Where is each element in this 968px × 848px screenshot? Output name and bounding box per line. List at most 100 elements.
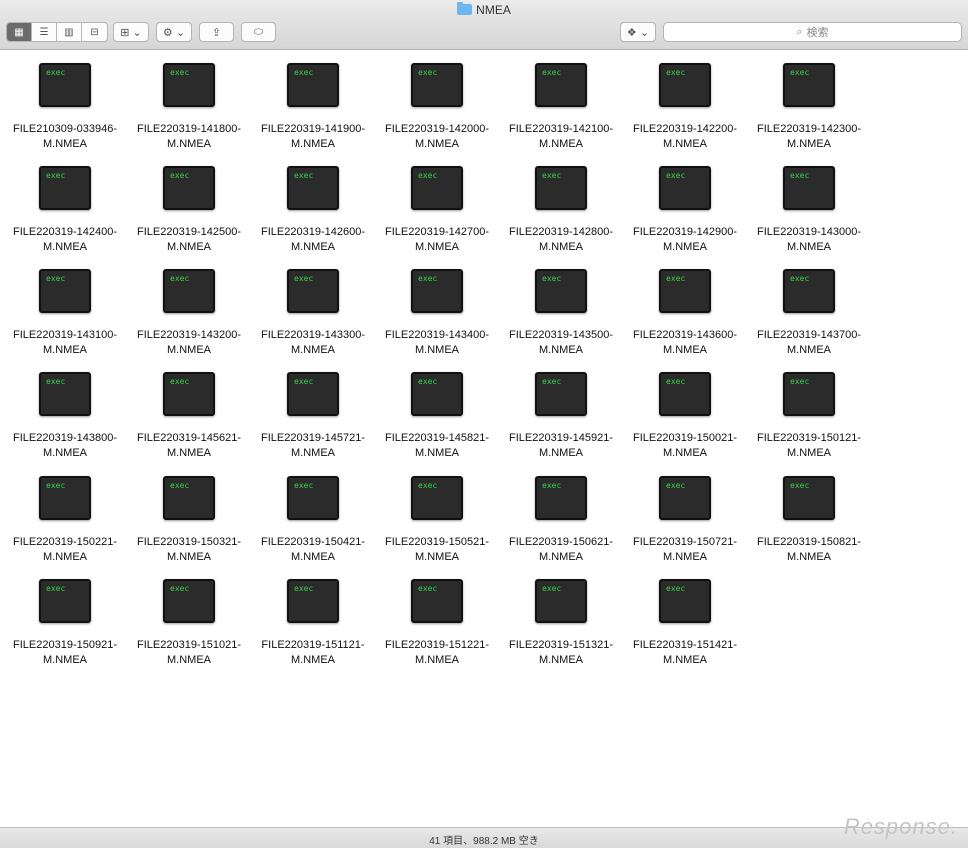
terminal-exec-icon[interactable]: exec <box>535 63 587 107</box>
terminal-exec-icon[interactable]: exec <box>659 63 711 107</box>
file-item[interactable]: exec FILE220319-145821- M.NMEA <box>375 372 499 461</box>
file-item[interactable]: exec FILE220319-150621- M.NMEA <box>499 476 623 565</box>
file-item[interactable]: exec FILE220319-150521- M.NMEA <box>375 476 499 565</box>
file-item[interactable]: exec FILE220319-150021- M.NMEA <box>623 372 747 461</box>
file-name[interactable]: FILE220319-150821- M.NMEA <box>747 535 871 565</box>
file-item[interactable]: exec FILE220319-142300- M.NMEA <box>747 63 871 152</box>
file-item[interactable]: exec FILE220319-150321- M.NMEA <box>127 476 251 565</box>
terminal-exec-icon[interactable]: exec <box>287 476 339 520</box>
terminal-exec-icon[interactable]: exec <box>535 372 587 416</box>
terminal-exec-icon[interactable]: exec <box>287 166 339 210</box>
list-view-icon[interactable]: ☰ <box>32 23 57 41</box>
file-item[interactable]: exec FILE220319-145621- M.NMEA <box>127 372 251 461</box>
file-name[interactable]: FILE220319-142300- M.NMEA <box>747 122 871 152</box>
file-name[interactable]: FILE220319-145721- M.NMEA <box>251 431 375 461</box>
file-name[interactable]: FILE220319-150621- M.NMEA <box>499 535 623 565</box>
file-name[interactable]: FILE220319-142400- M.NMEA <box>3 225 127 255</box>
file-item[interactable]: exec FILE220319-143500- M.NMEA <box>499 269 623 358</box>
file-name[interactable]: FILE220319-150021- M.NMEA <box>623 431 747 461</box>
file-item[interactable]: exec FILE220319-151121- M.NMEA <box>251 579 375 668</box>
file-name[interactable]: FILE220319-143200- M.NMEA <box>127 328 251 358</box>
terminal-exec-icon[interactable]: exec <box>411 476 463 520</box>
column-view-icon[interactable]: ▥ <box>57 23 82 41</box>
file-name[interactable]: FILE220319-143500- M.NMEA <box>499 328 623 358</box>
file-name[interactable]: FILE220319-143800- M.NMEA <box>3 431 127 461</box>
terminal-exec-icon[interactable]: exec <box>39 269 91 313</box>
file-name[interactable]: FILE220319-151021- M.NMEA <box>127 638 251 668</box>
terminal-exec-icon[interactable]: exec <box>163 63 215 107</box>
terminal-exec-icon[interactable]: exec <box>287 269 339 313</box>
file-name[interactable]: FILE220319-141800- M.NMEA <box>127 122 251 152</box>
file-item[interactable]: exec FILE220319-151321- M.NMEA <box>499 579 623 668</box>
file-name[interactable]: FILE220319-150921- M.NMEA <box>3 638 127 668</box>
terminal-exec-icon[interactable]: exec <box>39 579 91 623</box>
terminal-exec-icon[interactable]: exec <box>659 476 711 520</box>
terminal-exec-icon[interactable]: exec <box>39 63 91 107</box>
share-button[interactable]: ⇪ <box>199 22 234 42</box>
terminal-exec-icon[interactable]: exec <box>783 269 835 313</box>
file-name[interactable]: FILE220319-145621- M.NMEA <box>127 431 251 461</box>
file-item[interactable]: exec FILE220319-142000- M.NMEA <box>375 63 499 152</box>
file-name[interactable]: FILE220319-143700- M.NMEA <box>747 328 871 358</box>
terminal-exec-icon[interactable]: exec <box>411 372 463 416</box>
file-name[interactable]: FILE220319-150521- M.NMEA <box>375 535 499 565</box>
file-name[interactable]: FILE220319-145921- M.NMEA <box>499 431 623 461</box>
file-item[interactable]: exec FILE220319-143100- M.NMEA <box>3 269 127 358</box>
terminal-exec-icon[interactable]: exec <box>163 372 215 416</box>
file-name[interactable]: FILE220319-151221- M.NMEA <box>375 638 499 668</box>
terminal-exec-icon[interactable]: exec <box>659 372 711 416</box>
file-name[interactable]: FILE220319-142600- M.NMEA <box>251 225 375 255</box>
file-name[interactable]: FILE220319-150421- M.NMEA <box>251 535 375 565</box>
file-name[interactable]: FILE220319-150121- M.NMEA <box>747 431 871 461</box>
file-item[interactable]: exec FILE220319-150721- M.NMEA <box>623 476 747 565</box>
file-name[interactable]: FILE220319-142100- M.NMEA <box>499 122 623 152</box>
terminal-exec-icon[interactable]: exec <box>39 372 91 416</box>
file-name[interactable]: FILE220319-150321- M.NMEA <box>127 535 251 565</box>
file-name[interactable]: FILE220319-145821- M.NMEA <box>375 431 499 461</box>
view-mode-control[interactable]: ▦ ☰ ▥ ⊟ <box>6 22 108 42</box>
terminal-exec-icon[interactable]: exec <box>411 166 463 210</box>
file-name[interactable]: FILE220319-141900- M.NMEA <box>251 122 375 152</box>
file-name[interactable]: FILE210309-033946- M.NMEA <box>3 122 127 152</box>
terminal-exec-icon[interactable]: exec <box>39 166 91 210</box>
file-item[interactable]: exec FILE220319-143600- M.NMEA <box>623 269 747 358</box>
dropbox-button[interactable]: ❖ ⌄ <box>620 22 656 42</box>
file-item[interactable]: exec FILE220319-150821- M.NMEA <box>747 476 871 565</box>
terminal-exec-icon[interactable]: exec <box>163 166 215 210</box>
terminal-exec-icon[interactable]: exec <box>783 63 835 107</box>
file-item[interactable]: exec FILE220319-142400- M.NMEA <box>3 166 127 255</box>
terminal-exec-icon[interactable]: exec <box>659 166 711 210</box>
file-name[interactable]: FILE220319-142900- M.NMEA <box>623 225 747 255</box>
tag-button[interactable]: ⬭ <box>241 22 276 42</box>
file-name[interactable]: FILE220319-143000- M.NMEA <box>747 225 871 255</box>
file-name[interactable]: FILE220319-142200- M.NMEA <box>623 122 747 152</box>
file-item[interactable]: exec FILE220319-150221- M.NMEA <box>3 476 127 565</box>
file-item[interactable]: exec FILE220319-151421- M.NMEA <box>623 579 747 668</box>
file-item[interactable]: exec FILE220319-150421- M.NMEA <box>251 476 375 565</box>
terminal-exec-icon[interactable]: exec <box>411 63 463 107</box>
file-item[interactable]: exec FILE220319-143400- M.NMEA <box>375 269 499 358</box>
file-item[interactable]: exec FILE220319-143800- M.NMEA <box>3 372 127 461</box>
arrange-button[interactable]: ⊞ ⌄ <box>113 22 149 42</box>
file-item[interactable]: exec FILE220319-142700- M.NMEA <box>375 166 499 255</box>
file-name[interactable]: FILE220319-150221- M.NMEA <box>3 535 127 565</box>
file-item[interactable]: exec FILE220319-151221- M.NMEA <box>375 579 499 668</box>
terminal-exec-icon[interactable]: exec <box>163 269 215 313</box>
terminal-exec-icon[interactable]: exec <box>535 166 587 210</box>
coverflow-view-icon[interactable]: ⊟ <box>82 23 107 41</box>
file-item[interactable]: exec FILE220319-142600- M.NMEA <box>251 166 375 255</box>
terminal-exec-icon[interactable]: exec <box>39 476 91 520</box>
file-item[interactable]: exec FILE220319-142200- M.NMEA <box>623 63 747 152</box>
file-item[interactable]: exec FILE220319-145721- M.NMEA <box>251 372 375 461</box>
file-item[interactable]: exec FILE220319-150121- M.NMEA <box>747 372 871 461</box>
terminal-exec-icon[interactable]: exec <box>535 269 587 313</box>
terminal-exec-icon[interactable]: exec <box>783 476 835 520</box>
terminal-exec-icon[interactable]: exec <box>287 63 339 107</box>
terminal-exec-icon[interactable]: exec <box>659 269 711 313</box>
terminal-exec-icon[interactable]: exec <box>659 579 711 623</box>
file-item[interactable]: exec FILE210309-033946- M.NMEA <box>3 63 127 152</box>
file-item[interactable]: exec FILE220319-142800- M.NMEA <box>499 166 623 255</box>
file-name[interactable]: FILE220319-142000- M.NMEA <box>375 122 499 152</box>
terminal-exec-icon[interactable]: exec <box>411 269 463 313</box>
terminal-exec-icon[interactable]: exec <box>287 579 339 623</box>
